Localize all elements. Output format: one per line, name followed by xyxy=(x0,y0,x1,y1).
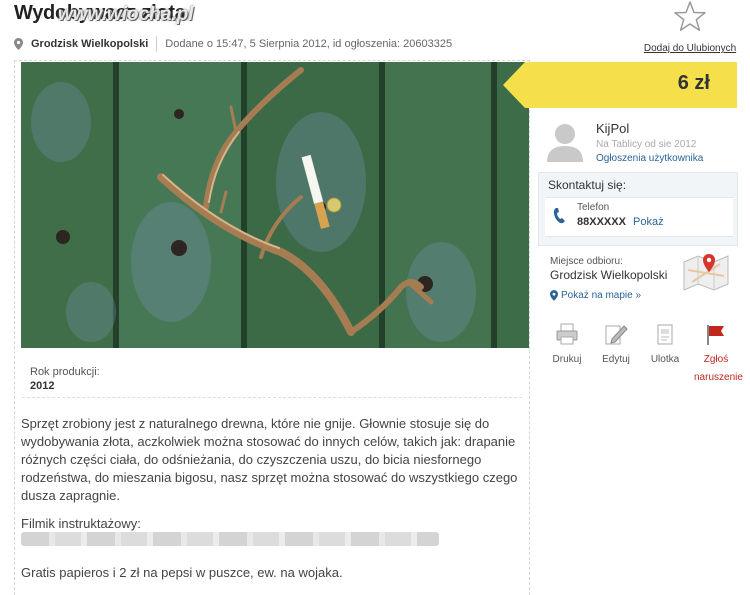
pickup-city: Grodzisk Wielkopolski xyxy=(550,268,668,282)
flag-icon xyxy=(707,325,724,345)
location-pin-icon xyxy=(14,38,23,50)
listing-meta: Grodzisk Wielkopolski Dodane o 15:47, 5 … xyxy=(14,36,452,52)
phone-number: 88XXXXX xyxy=(577,216,626,228)
description-text: Sprzęt zrobiony jest z naturalnego drewn… xyxy=(21,416,518,503)
printer-icon xyxy=(556,323,578,345)
map-pin-icon xyxy=(550,290,558,301)
star-icon xyxy=(674,1,706,31)
show-phone-link[interactable]: Pokaż xyxy=(633,216,664,228)
price-value: 6 zł xyxy=(677,72,710,94)
gratis-text: Gratis papieros i 2 zł na pepsi w puszce… xyxy=(21,565,343,580)
posted-info: Dodane o 15:47, 5 Sierpnia 2012, id ogło… xyxy=(165,38,453,50)
flyer-icon xyxy=(657,324,673,345)
listing-photo[interactable] xyxy=(21,62,529,348)
show-map-link[interactable]: Pokaż na mapie » xyxy=(561,290,641,301)
seller-name: KijPol xyxy=(596,121,630,136)
video-label: Filmik instruktażowy: xyxy=(21,516,141,531)
phone-label: Telefon xyxy=(577,202,610,213)
seller-since: Na Tablicy od sie 2012 xyxy=(596,139,697,150)
report-button[interactable]: Zgłoś naruszenie xyxy=(694,323,743,385)
map-thumbnail-icon[interactable] xyxy=(682,250,730,294)
favorite-button[interactable]: Dodaj do Ulubionych xyxy=(640,0,740,56)
flyer-button[interactable]: Ulotka xyxy=(645,323,685,367)
param-divider xyxy=(22,397,522,398)
favorite-label[interactable]: Dodaj do Ulubionych xyxy=(644,43,736,54)
edit-label: Edytuj xyxy=(602,354,630,365)
year-value: 2012 xyxy=(30,380,55,392)
pickup-label: Miejsce odbioru: xyxy=(550,256,623,267)
blurred-video-link[interactable] xyxy=(21,532,439,546)
meta-separator xyxy=(156,36,158,52)
report-label: Zgłoś naruszenie xyxy=(694,354,743,383)
year-label: Rok produkcji: xyxy=(30,366,100,378)
watermark: www.wiocha.pl xyxy=(58,4,194,25)
edit-button[interactable]: Edytuj xyxy=(596,323,636,367)
phone-icon xyxy=(553,208,565,224)
avatar-icon xyxy=(547,124,583,162)
contact-title: Skontaktuj się: xyxy=(548,178,627,192)
print-button[interactable]: Drukuj xyxy=(547,323,587,367)
listing-city[interactable]: Grodzisk Wielkopolski xyxy=(31,38,148,50)
print-label: Drukuj xyxy=(552,354,582,365)
edit-icon xyxy=(605,325,628,345)
seller-ads-link[interactable]: Ogłoszenia użytkownika xyxy=(596,153,703,164)
flyer-label: Ulotka xyxy=(650,354,680,365)
